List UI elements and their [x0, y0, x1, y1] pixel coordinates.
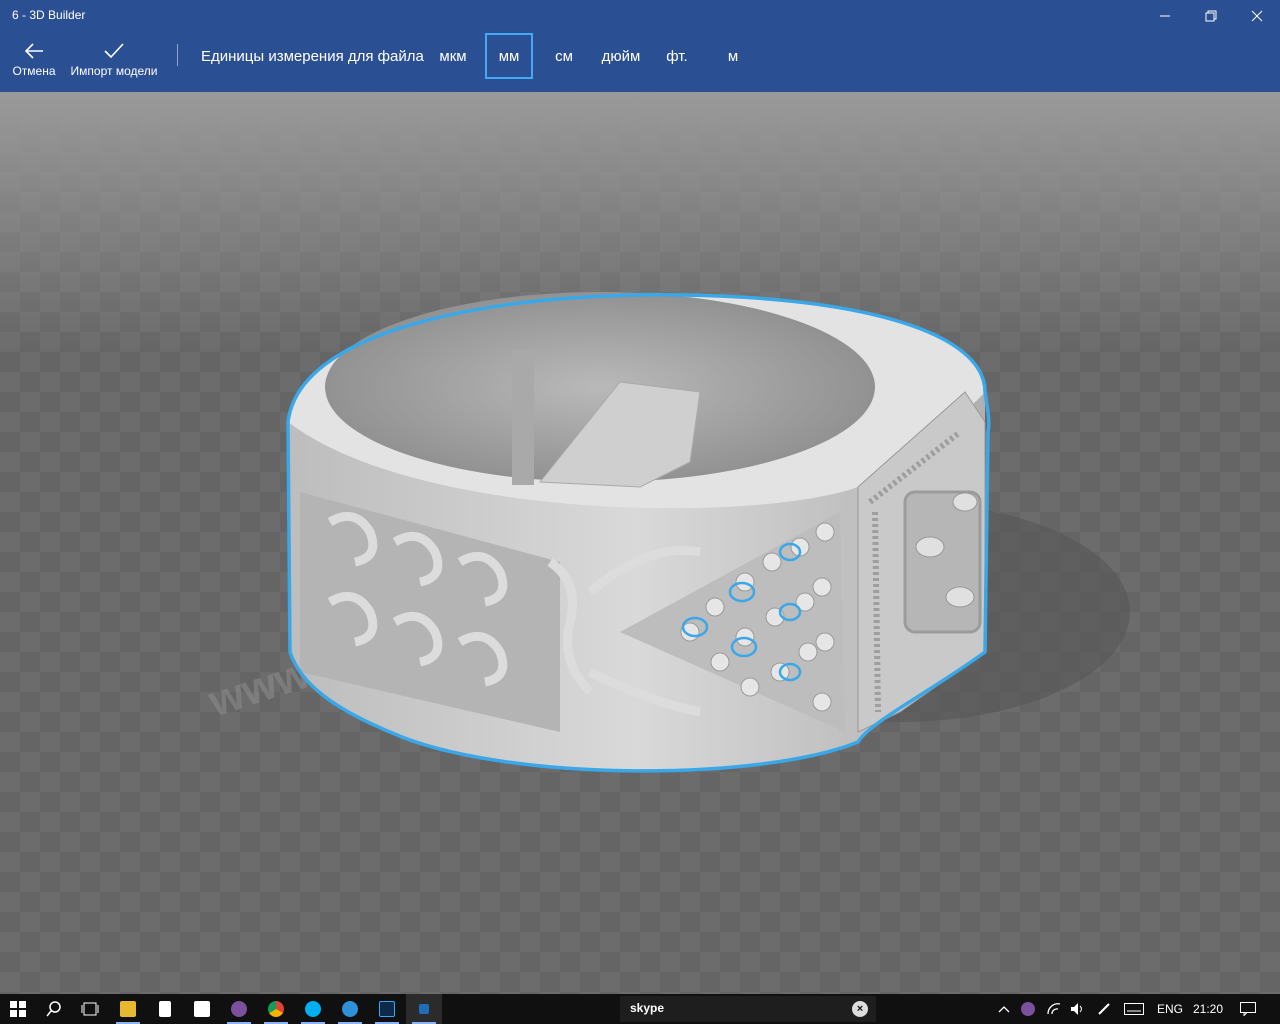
cancel-button[interactable]: Отмена	[8, 32, 60, 90]
windows-taskbar: skype × ENG 21:20	[0, 994, 1280, 1024]
skype-mini-bar[interactable]: skype ×	[620, 996, 876, 1022]
unit-option-cm[interactable]: см	[544, 33, 584, 79]
skype-icon[interactable]	[295, 994, 331, 1024]
import-model-button[interactable]: Импорт модели	[66, 32, 162, 90]
unit-option-mm[interactable]: мм	[485, 33, 533, 79]
title-bar: 6 - 3D Builder	[0, 0, 1280, 32]
restore-button[interactable]	[1188, 0, 1234, 32]
chevron-up-icon[interactable]	[994, 994, 1014, 1024]
unit-option-um[interactable]: мкм	[430, 33, 476, 79]
unit-option-ft[interactable]: фт.	[658, 33, 696, 79]
search-icon[interactable]	[36, 994, 72, 1024]
ring-model-view: www	[202, 292, 1130, 773]
checkmark-icon	[103, 32, 125, 64]
inner-setting	[512, 350, 534, 485]
file-explorer-icon[interactable]	[110, 994, 146, 1024]
unit-option-m[interactable]: м	[718, 33, 748, 79]
restore-icon	[1205, 10, 1217, 22]
signet-bezel	[903, 490, 982, 634]
3d-viewport[interactable]: www	[0, 92, 1280, 994]
task-view-icon[interactable]	[72, 994, 108, 1024]
3d-builder-icon[interactable]	[406, 994, 442, 1024]
units-label: Единицы измерения для файла	[201, 48, 424, 65]
close-icon[interactable]: ×	[852, 1001, 868, 1017]
close-icon	[1251, 10, 1263, 22]
store-icon[interactable]	[184, 994, 220, 1024]
import-model-label: Импорт модели	[70, 64, 158, 78]
photoshop-icon[interactable]	[369, 994, 405, 1024]
volume-icon[interactable]	[1066, 994, 1090, 1024]
start-icon[interactable]	[0, 994, 36, 1024]
window-title: 6 - 3D Builder	[12, 8, 86, 22]
chrome-icon[interactable]	[258, 994, 294, 1024]
viber-tray-icon[interactable]	[1016, 994, 1040, 1024]
cancel-label: Отмена	[12, 64, 56, 78]
browser-icon[interactable]	[332, 994, 368, 1024]
import-toolbar: Отмена Импорт модели Единицы измерения д…	[0, 32, 1280, 92]
notifications-icon[interactable]	[1236, 994, 1260, 1024]
unit-option-inch[interactable]: дюйм	[594, 33, 648, 79]
back-arrow-icon	[24, 32, 44, 64]
viber-icon[interactable]	[221, 994, 257, 1024]
keyboard-icon[interactable]	[1120, 994, 1148, 1024]
minimize-button[interactable]	[1142, 0, 1188, 32]
language-indicator[interactable]: ENG	[1152, 994, 1188, 1024]
toolbar-separator	[177, 44, 178, 66]
wifi-icon[interactable]	[1042, 994, 1066, 1024]
skype-label: skype	[630, 1001, 665, 1015]
pen-icon[interactable]	[1092, 994, 1116, 1024]
close-button[interactable]	[1234, 0, 1280, 32]
minimize-icon	[1160, 15, 1170, 17]
calculator-icon[interactable]	[147, 994, 183, 1024]
clock[interactable]: 21:20	[1188, 994, 1228, 1024]
app-chrome: 6 - 3D Builder Отмена Импорт модели Един…	[0, 0, 1280, 92]
